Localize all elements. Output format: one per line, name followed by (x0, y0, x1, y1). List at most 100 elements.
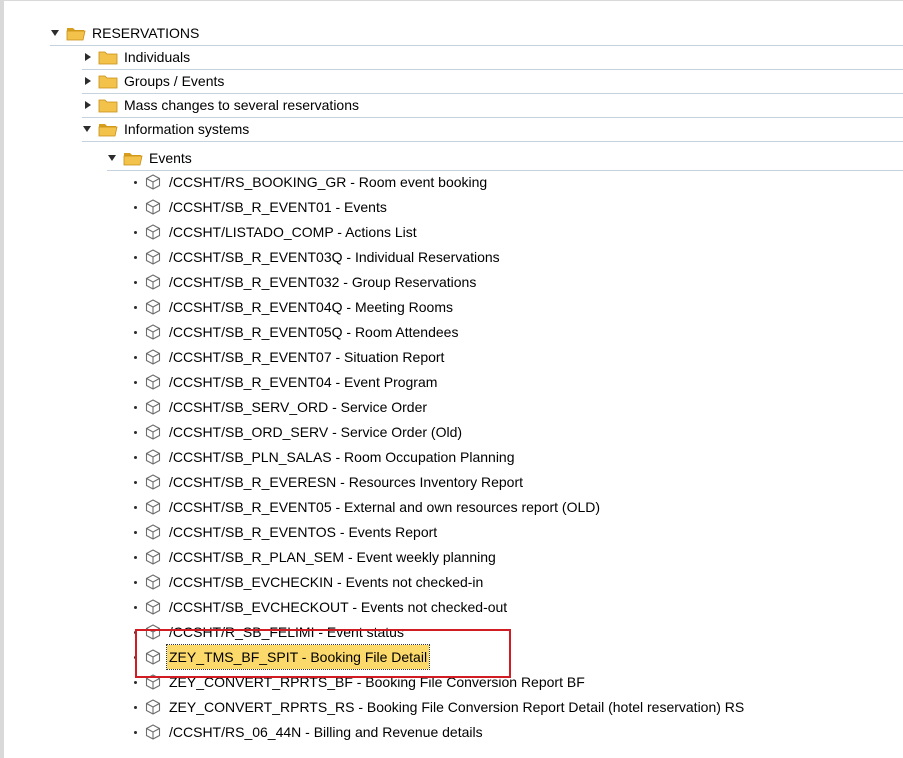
transaction-item[interactable]: /CCSHT/SB_R_EVENT05 - External and own r… (134, 495, 602, 519)
transaction-label: /CCSHT/SB_EVCHECKOUT - Events not checke… (169, 599, 508, 615)
transaction-item[interactable]: ZEY_CONVERT_RPRTS_BF - Booking File Conv… (134, 670, 587, 694)
folder-open-icon (98, 124, 118, 137)
transaction-label: /CCSHT/SB_R_EVERESN - Resources Inventor… (169, 474, 524, 490)
bullet-icon (134, 205, 137, 209)
cube-icon (145, 174, 161, 190)
bullet-icon (134, 305, 137, 309)
cube-icon (145, 224, 161, 240)
transaction-label: /CCSHT/SB_R_EVENT04Q - Meeting Rooms (169, 299, 453, 315)
transaction-item[interactable]: /CCSHT/SB_SERV_ORD - Service Order (134, 395, 429, 419)
expand-arrow-icon[interactable] (50, 28, 60, 38)
transaction-item[interactable]: /CCSHT/SB_R_EVENT01 - Events (134, 195, 389, 219)
cube-icon (145, 449, 161, 465)
cube-icon (145, 324, 161, 340)
cube-icon (145, 274, 161, 290)
transaction-item[interactable]: /CCSHT/SB_R_EVENT04Q - Meeting Rooms (134, 295, 455, 319)
transaction-item[interactable]: /CCSHT/LISTADO_COMP - Actions List (134, 220, 419, 244)
tree-node-information-systems[interactable]: Information systems (82, 117, 903, 142)
transaction-item[interactable]: /CCSHT/SB_R_EVENT03Q - Individual Reserv… (134, 245, 502, 269)
bullet-icon (134, 555, 137, 559)
bullet-icon (134, 580, 137, 584)
tree-node-individuals[interactable]: Individuals (82, 45, 903, 70)
cube-icon (145, 624, 161, 640)
transaction-item[interactable]: /CCSHT/SB_R_EVENT032 - Group Reservation… (134, 270, 478, 294)
bullet-icon (134, 230, 137, 234)
bullet-icon (134, 180, 137, 184)
transaction-item[interactable]: ZEY_CONVERT_RPRTS_RS - Booking File Conv… (134, 695, 746, 719)
transaction-label: ZEY_CONVERT_RPRTS_RS - Booking File Conv… (169, 699, 745, 715)
bullet-icon (134, 505, 137, 509)
tree-node-mass-changes[interactable]: Mass changes to several reservations (82, 93, 903, 118)
transaction-item[interactable]: /CCSHT/SB_R_EVERESN - Resources Inventor… (134, 470, 525, 494)
transaction-item[interactable]: /CCSHT/SB_R_EVENT07 - Situation Report (134, 345, 446, 369)
cube-icon (145, 649, 161, 665)
cube-icon (145, 524, 161, 540)
transaction-label: /CCSHT/RS_06_44N - Billing and Revenue d… (169, 724, 483, 740)
cube-icon (145, 724, 161, 740)
folder-icon (98, 99, 118, 113)
transaction-item[interactable]: /CCSHT/RS_06_44N - Billing and Revenue d… (134, 720, 485, 744)
tree-node-events[interactable]: Events (107, 146, 903, 171)
cube-icon (145, 549, 161, 565)
folder-icon (98, 75, 118, 89)
sap-easy-access-tree-panel: RESERVATIONS Individuals Groups / Events… (0, 0, 903, 758)
bullet-icon (134, 405, 137, 409)
transaction-item[interactable]: /CCSHT/SB_R_EVENTOS - Events Report (134, 520, 439, 544)
transaction-item[interactable]: /CCSHT/SB_PLN_SALAS - Room Occupation Pl… (134, 445, 517, 469)
transaction-item[interactable]: /CCSHT/SB_R_EVENT05Q - Room Attendees (134, 320, 460, 344)
cube-icon (145, 574, 161, 590)
transaction-label: /CCSHT/SB_SERV_ORD - Service Order (169, 399, 428, 415)
tree-node-reservations[interactable]: RESERVATIONS (50, 21, 903, 46)
expand-arrow-icon[interactable] (82, 52, 92, 62)
transaction-item[interactable]: /CCSHT/SB_R_PLAN_SEM - Event weekly plan… (134, 545, 498, 569)
transaction-item[interactable]: /CCSHT/SB_EVCHECKOUT - Events not checke… (134, 595, 509, 619)
transaction-item[interactable]: /CCSHT/SB_ORD_SERV - Service Order (Old) (134, 420, 464, 444)
cube-icon (145, 424, 161, 440)
transaction-label: /CCSHT/SB_R_EVENT01 - Events (169, 199, 387, 215)
tree-node-label: Groups / Events (124, 73, 225, 89)
cube-icon (145, 674, 161, 690)
bullet-icon (134, 655, 137, 659)
transaction-label: /CCSHT/SB_R_EVENT05 - External and own r… (169, 499, 601, 515)
expand-arrow-icon[interactable] (107, 153, 117, 163)
transaction-label: /CCSHT/SB_R_EVENT032 - Group Reservation… (169, 274, 477, 290)
transaction-item[interactable]: /CCSHT/SB_R_EVENT04 - Event Program (134, 370, 439, 394)
tree-node-label: Mass changes to several reservations (124, 97, 359, 113)
bullet-icon (134, 530, 137, 534)
transaction-label: /CCSHT/SB_R_EVENT05Q - Room Attendees (169, 324, 459, 340)
transaction-item[interactable]: /CCSHT/RS_BOOKING_GR - Room event bookin… (134, 170, 489, 194)
expand-arrow-icon[interactable] (82, 124, 92, 134)
folder-open-icon (66, 28, 86, 41)
expand-arrow-icon[interactable] (82, 100, 92, 110)
transaction-label: ZEY_TMS_BF_SPIT - Booking File Detail (165, 644, 431, 670)
folder-open-icon (123, 153, 143, 166)
transaction-label: /CCSHT/SB_ORD_SERV - Service Order (Old) (169, 424, 463, 440)
transaction-item[interactable]: ZEY_TMS_BF_SPIT - Booking File Detail (134, 644, 431, 670)
tree-node-label: Events (149, 150, 192, 166)
cube-icon (145, 249, 161, 265)
tree-node-label: Individuals (124, 49, 191, 65)
cube-icon (145, 374, 161, 390)
cube-icon (145, 399, 161, 415)
bullet-icon (134, 355, 137, 359)
bullet-icon (134, 630, 137, 634)
cube-icon (145, 199, 161, 215)
bullet-icon (134, 280, 137, 284)
bullet-icon (134, 455, 137, 459)
transaction-label: /CCSHT/R_SB_FELIMI - Event status (169, 624, 404, 640)
folder-icon (98, 51, 118, 65)
cube-icon (145, 599, 161, 615)
bullet-icon (134, 330, 137, 334)
transaction-item[interactable]: /CCSHT/R_SB_FELIMI - Event status (134, 620, 406, 644)
transaction-label: /CCSHT/RS_BOOKING_GR - Room event bookin… (169, 174, 488, 190)
cube-icon (145, 349, 161, 365)
bullet-icon (134, 705, 137, 709)
tree-node-groups-events[interactable]: Groups / Events (82, 69, 903, 94)
tree-node-label: Information systems (124, 121, 250, 137)
transaction-item[interactable]: /CCSHT/SB_EVCHECKIN - Events not checked… (134, 570, 485, 594)
transaction-label: /CCSHT/LISTADO_COMP - Actions List (169, 224, 417, 240)
expand-arrow-icon[interactable] (82, 76, 92, 86)
transaction-label: /CCSHT/SB_EVCHECKIN - Events not checked… (169, 574, 484, 590)
cube-icon (145, 474, 161, 490)
cube-icon (145, 499, 161, 515)
